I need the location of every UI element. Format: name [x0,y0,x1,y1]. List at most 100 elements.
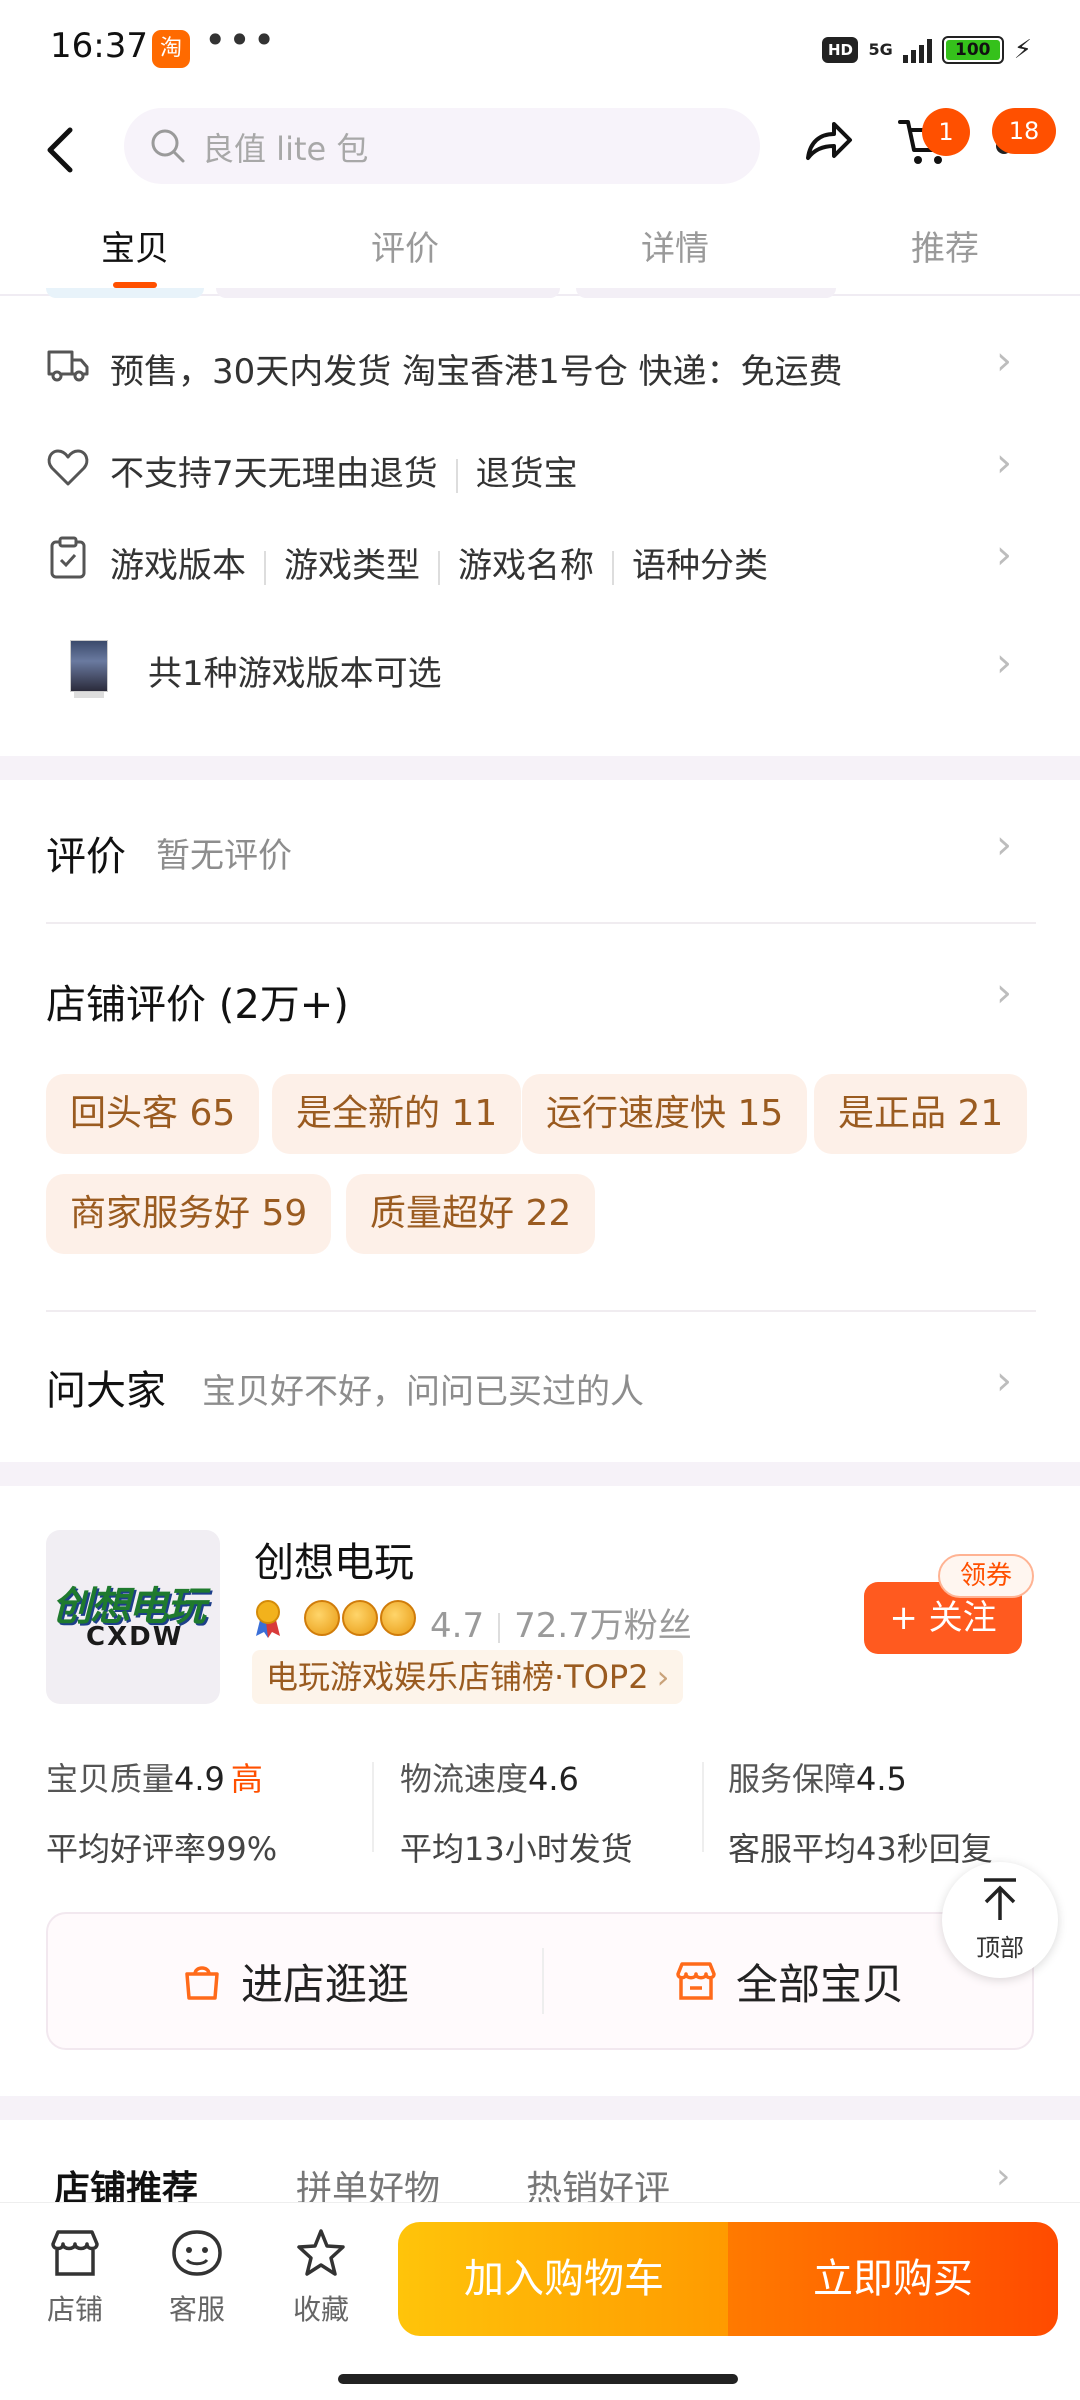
recommend-tabs: 店铺推荐 拼单好物 热销好评 › [0,2120,1080,2202]
review-tag[interactable]: 运行速度快 15 [522,1074,808,1154]
chevron-right-icon: › [656,1658,670,1696]
chat-face-icon [172,2230,222,2276]
tab-recommend[interactable]: 推荐 [810,204,1080,294]
scrolled-chip [46,288,204,298]
shop-button[interactable]: 店铺 [30,2228,120,2328]
status-more-icon: ••• [204,18,278,62]
store-name[interactable]: 创想电玩 [254,1530,414,1588]
divider [372,1762,374,1852]
buy-now-button[interactable]: 立即购买 [728,2222,1058,2336]
tab-label: 详情 [641,229,709,269]
chevron-right-icon: › [996,532,1012,578]
tab-hot-sales[interactable]: 热销好评 [526,2160,670,2202]
separator [498,1612,501,1643]
hd-icon: HD [822,37,859,63]
status-time: 16:37 [50,26,148,66]
truck-icon [47,350,89,382]
tab-store-recommend[interactable]: 店铺推荐 [54,2160,198,2202]
metric-quality: 宝贝质量4.9 高 [46,1754,263,1800]
back-icon[interactable] [40,120,80,180]
store-rank-badge[interactable]: 电玩游戏娱乐店铺榜·TOP2 › [252,1650,684,1704]
home-indicator[interactable] [338,2374,738,2384]
divider [702,1762,704,1852]
separator [612,550,614,585]
shipping-text: 预售，30天内发货 淘宝香港1号仓 快递：免运费 [110,352,843,392]
tab-label: 宝贝 [101,229,169,269]
reviews-title: 评价 [46,834,126,880]
metric-label: 宝贝质量 [46,1760,175,1798]
taobao-app-icon: 淘 [152,30,190,68]
store-rank-text: 电玩游戏娱乐店铺榜·TOP2 [266,1658,649,1696]
metric-service: 服务保障4.5 [728,1754,907,1800]
review-tag[interactable]: 回头客 65 [46,1074,260,1154]
customer-service-button[interactable]: 客服 [152,2228,242,2328]
tab-reviews[interactable]: 评价 [270,204,540,294]
store-fans: 72.7万粉丝 [514,1606,692,1646]
tab-item[interactable]: 宝贝 [0,204,270,294]
chevron-right-icon: › [996,822,1012,868]
separator [264,550,266,585]
enter-store-button[interactable]: 进店逛逛 [48,1914,542,2048]
review-tag[interactable]: 商家服务好 59 [46,1174,332,1254]
review-tag[interactable]: 是全新的 11 [272,1074,522,1154]
metric-value: 4.5 [856,1760,907,1798]
attribute-item: 游戏名称 [458,546,594,586]
store-logo[interactable]: 创想电玩 CXDW [46,1530,220,1704]
crown-icon [304,1600,340,1636]
service-label: 客服 [168,2293,225,2326]
divider [46,1310,1036,1312]
thumbnail-caption [74,692,104,698]
chevron-right-icon: › [996,1358,1012,1404]
section-gap [0,756,1080,780]
message-count-badge: 18 [992,108,1056,154]
tab-details[interactable]: 详情 [540,204,810,294]
chevron-right-icon: › [996,2156,1011,2197]
clipboard-icon [50,536,86,579]
attribute-item: 游戏版本 [110,546,246,586]
variant-text: 共1种游戏版本可选 [148,654,442,694]
battery-icon: 100 [941,36,1004,64]
coupon-badge[interactable]: 领券 [938,1554,1034,1598]
share-icon[interactable] [800,114,856,170]
store-score-line: 4.7 72.7万粉丝 [430,1598,692,1647]
battery-level: 100 [945,40,1000,60]
section-gap [0,2096,1080,2120]
review-tag[interactable]: 质量超好 22 [346,1174,596,1254]
scrolled-chip [576,288,836,298]
variant-thumbnail [70,640,108,692]
favorite-button[interactable]: 收藏 [276,2228,366,2328]
metric-logistics-sub: 平均13小时发货 [400,1830,633,1868]
add-to-cart-button[interactable]: 加入购物车 [398,2222,730,2336]
review-tag[interactable]: 是正品 21 [814,1074,1028,1154]
chevron-right-icon: › [996,970,1012,1016]
shopping-bag-icon [185,1966,219,2000]
ask-title: 问大家 [46,1368,166,1414]
store-icon [51,2230,99,2276]
reviews-status: 暂无评价 [156,836,292,876]
store-reviews-title: 店铺评价 (2万+) [46,982,349,1028]
search-icon [151,129,185,163]
store-logo-sub: CXDW [86,1622,184,1652]
separator [438,550,440,585]
metric-value: 4.6 [528,1760,579,1798]
crown-icon [380,1600,416,1636]
returns-text: 不支持7天无理由退货 退货宝 [110,446,578,495]
tab-group-buy[interactable]: 拼单好物 [296,2160,440,2202]
back-to-top-button[interactable]: 顶部 [942,1862,1058,1978]
metric-label: 服务保障 [728,1760,857,1798]
chevron-right-icon: › [996,640,1012,686]
favorite-label: 收藏 [292,2293,349,2326]
tab-bar: 宝贝 评价 详情 推荐 [0,204,1080,294]
system-indicators: HD 5G 100 ⚡ [822,30,1032,70]
metric-logistics: 物流速度4.6 [400,1754,579,1800]
scrolled-chip [216,288,560,298]
return-policy: 不支持7天无理由退货 [110,454,438,494]
store-actions: 进店逛逛 全部宝贝 [46,1912,1034,2050]
crown-icon [342,1600,378,1636]
tab-label: 推荐 [911,229,979,269]
search-placeholder[interactable]: 良值 lite 包 [202,124,368,170]
medal-icon [256,1600,280,1638]
attribute-item: 游戏类型 [284,546,420,586]
heart-shield-icon [47,449,89,486]
metric-quality-sub: 平均好评率99% [46,1830,278,1868]
